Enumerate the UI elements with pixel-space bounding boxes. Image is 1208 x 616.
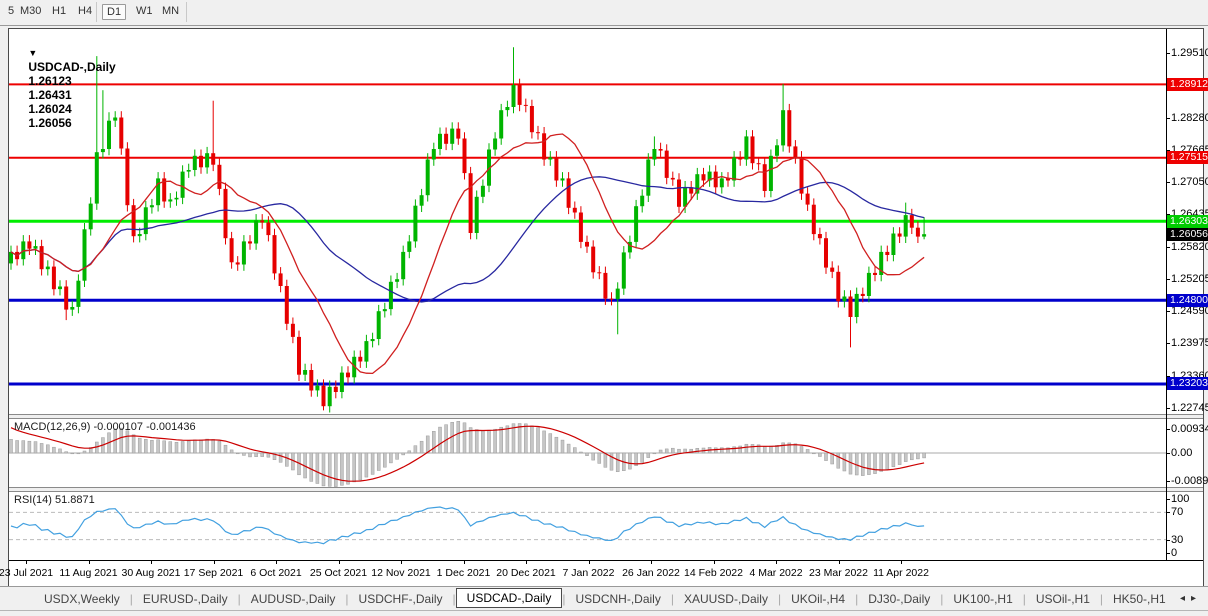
date-tick xyxy=(214,561,215,564)
date-tick xyxy=(401,561,402,564)
toolbar-separator xyxy=(96,2,97,22)
macd-panel[interactable]: MACD(12,26,9) -0.000107 -0.001436 xyxy=(9,419,1166,487)
price-tag-1.26303: 1.26303 xyxy=(1167,215,1208,228)
date-label: 14 Feb 2022 xyxy=(684,567,743,579)
date-tick xyxy=(339,561,340,564)
symbol-tab-dj30-daily[interactable]: DJ30-,Daily xyxy=(858,590,940,608)
date-tick xyxy=(276,561,277,564)
chart-title: ▼ USDCAD-,Daily 1.26123 1.26431 1.26024 … xyxy=(15,32,116,144)
symbol-tab-usdchf-daily[interactable]: USDCHF-,Daily xyxy=(349,590,453,608)
date-label: 23 Jul 2021 xyxy=(0,567,53,579)
date-label: 6 Oct 2021 xyxy=(250,567,301,579)
status-bar xyxy=(0,610,1208,616)
macd-value-1: -0.000107 xyxy=(93,421,143,433)
symbol-tab-usdx-weekly[interactable]: USDX,Weekly xyxy=(34,590,130,608)
rsi-axis-0: 0 xyxy=(1171,547,1177,559)
date-tick xyxy=(526,561,527,564)
tab-scroll-left-icon[interactable]: ◂ xyxy=(1180,593,1191,604)
date-label: 11 Apr 2022 xyxy=(873,567,929,579)
macd-axis-max: 0.009345 xyxy=(1171,423,1208,435)
tab-scroll-right-icon[interactable]: ▸ xyxy=(1191,593,1202,604)
symbol-tab-uk100-h1[interactable]: UK100-,H1 xyxy=(943,590,1022,608)
macd-axis-zero: 0.00 xyxy=(1171,447,1192,459)
ohlc-close: 1.26056 xyxy=(28,116,71,130)
date-label: 30 Aug 2021 xyxy=(122,567,181,579)
symbol-tab-hk50-h1[interactable]: HK50-,H1 xyxy=(1103,590,1176,608)
chart-symbol: USDCAD-,Daily xyxy=(28,60,115,74)
date-tick xyxy=(776,561,777,564)
price-tag-1.27515: 1.27515 xyxy=(1167,151,1208,164)
price-tag-1.26056: 1.26056 xyxy=(1167,228,1208,241)
rsi-axis-30: 30 xyxy=(1171,534,1183,546)
date-tick xyxy=(464,561,465,564)
date-label: 7 Jan 2022 xyxy=(563,567,615,579)
main-price-panel[interactable] xyxy=(9,29,1166,414)
ohlc-low: 1.26024 xyxy=(28,102,71,116)
date-tick xyxy=(151,561,152,564)
date-tick xyxy=(839,561,840,564)
timeframe-button-d1[interactable]: D1 xyxy=(102,4,126,20)
date-label: 26 Jan 2022 xyxy=(622,567,680,579)
date-tick xyxy=(89,561,90,564)
support-resistance-lines[interactable] xyxy=(9,84,1166,384)
date-label: 11 Aug 2021 xyxy=(59,567,117,579)
date-tick xyxy=(714,561,715,564)
rsi-axis-70: 70 xyxy=(1171,506,1183,518)
symbol-tab-usoil-h1[interactable]: USOil-,H1 xyxy=(1026,590,1100,608)
toolbar-separator xyxy=(186,2,187,22)
rsi-panel[interactable]: RSI(14) 51.8871 xyxy=(9,492,1166,560)
timeframe-button-h1[interactable]: H1 xyxy=(48,4,70,18)
macd-label: MACD(12,26,9) -0.000107 -0.001436 xyxy=(14,421,196,433)
symbol-tab-usdcnh-daily[interactable]: USDCNH-,Daily xyxy=(565,590,670,608)
price-tick-label: 1.27050 xyxy=(1171,176,1208,188)
ma-fast-line xyxy=(11,134,924,373)
price-tag-1.23203: 1.23203 xyxy=(1167,377,1208,390)
date-tick xyxy=(589,561,590,564)
price-tick-label: 1.28280 xyxy=(1171,112,1208,124)
price-tag-1.28912: 1.28912 xyxy=(1167,78,1208,91)
mt4-terminal: { "ui": { "toolbar": { "timeframes": ["5… xyxy=(0,0,1208,615)
price-tick-label: 1.22745 xyxy=(1171,402,1208,414)
ohlc-open: 1.26123 xyxy=(28,74,71,88)
timeframe-button-w1[interactable]: W1 xyxy=(132,4,157,18)
timeframe-button-m30[interactable]: M30 xyxy=(16,4,45,18)
date-label: 20 Dec 2021 xyxy=(496,567,556,579)
symbol-dropdown-icon[interactable]: ▼ xyxy=(28,48,37,58)
date-label: 23 Mar 2022 xyxy=(809,567,868,579)
symbol-tab-usdcad-daily[interactable]: USDCAD-,Daily xyxy=(456,588,563,608)
price-tick-label: 1.29510 xyxy=(1171,47,1208,59)
symbol-tab-bar: USDX,Weekly|EURUSD-,Daily|AUDUSD-,Daily|… xyxy=(0,586,1208,610)
date-label: 1 Dec 2021 xyxy=(437,567,491,579)
symbol-tab-ukoil-h4[interactable]: UKOil-,H4 xyxy=(781,590,855,608)
timeframe-toolbar: 5M30H1H4D1W1MN xyxy=(0,0,1208,26)
macd-signal-line xyxy=(11,426,924,481)
price-tick-label: 1.23975 xyxy=(1171,337,1208,349)
chart-window: ▼ USDCAD-,Daily 1.26123 1.26431 1.26024 … xyxy=(8,28,1204,586)
symbol-tab-audusd-daily[interactable]: AUDUSD-,Daily xyxy=(241,590,346,608)
ohlc-high: 1.26431 xyxy=(28,88,71,102)
price-tag-1.24800: 1.24800 xyxy=(1167,294,1208,307)
date-label: 17 Sep 2021 xyxy=(184,567,244,579)
macd-axis-min: -0.008902 xyxy=(1171,475,1208,487)
symbol-tab-eurusd-daily[interactable]: EURUSD-,Daily xyxy=(133,590,238,608)
date-tick xyxy=(901,561,902,564)
price-tick-label: 1.25820 xyxy=(1171,241,1208,253)
date-tick xyxy=(651,561,652,564)
rsi-axis-100: 100 xyxy=(1171,493,1189,505)
macd-value-2: -0.001436 xyxy=(146,421,196,433)
date-label: 4 Mar 2022 xyxy=(749,567,802,579)
date-tick xyxy=(26,561,27,564)
symbol-tab-xauusd-daily[interactable]: XAUUSD-,Daily xyxy=(674,590,778,608)
date-label: 25 Oct 2021 xyxy=(310,567,367,579)
date-label: 12 Nov 2021 xyxy=(371,567,431,579)
candles xyxy=(9,47,926,412)
price-tick-label: 1.25205 xyxy=(1171,273,1208,285)
date-axis[interactable]: 23 Jul 202111 Aug 202130 Aug 202117 Sep … xyxy=(9,560,1203,586)
rsi-value: 51.8871 xyxy=(55,494,95,506)
rsi-label: RSI(14) 51.8871 xyxy=(14,494,95,506)
timeframe-button-h4[interactable]: H4 xyxy=(74,4,96,18)
timeframe-button-mn[interactable]: MN xyxy=(158,4,183,18)
